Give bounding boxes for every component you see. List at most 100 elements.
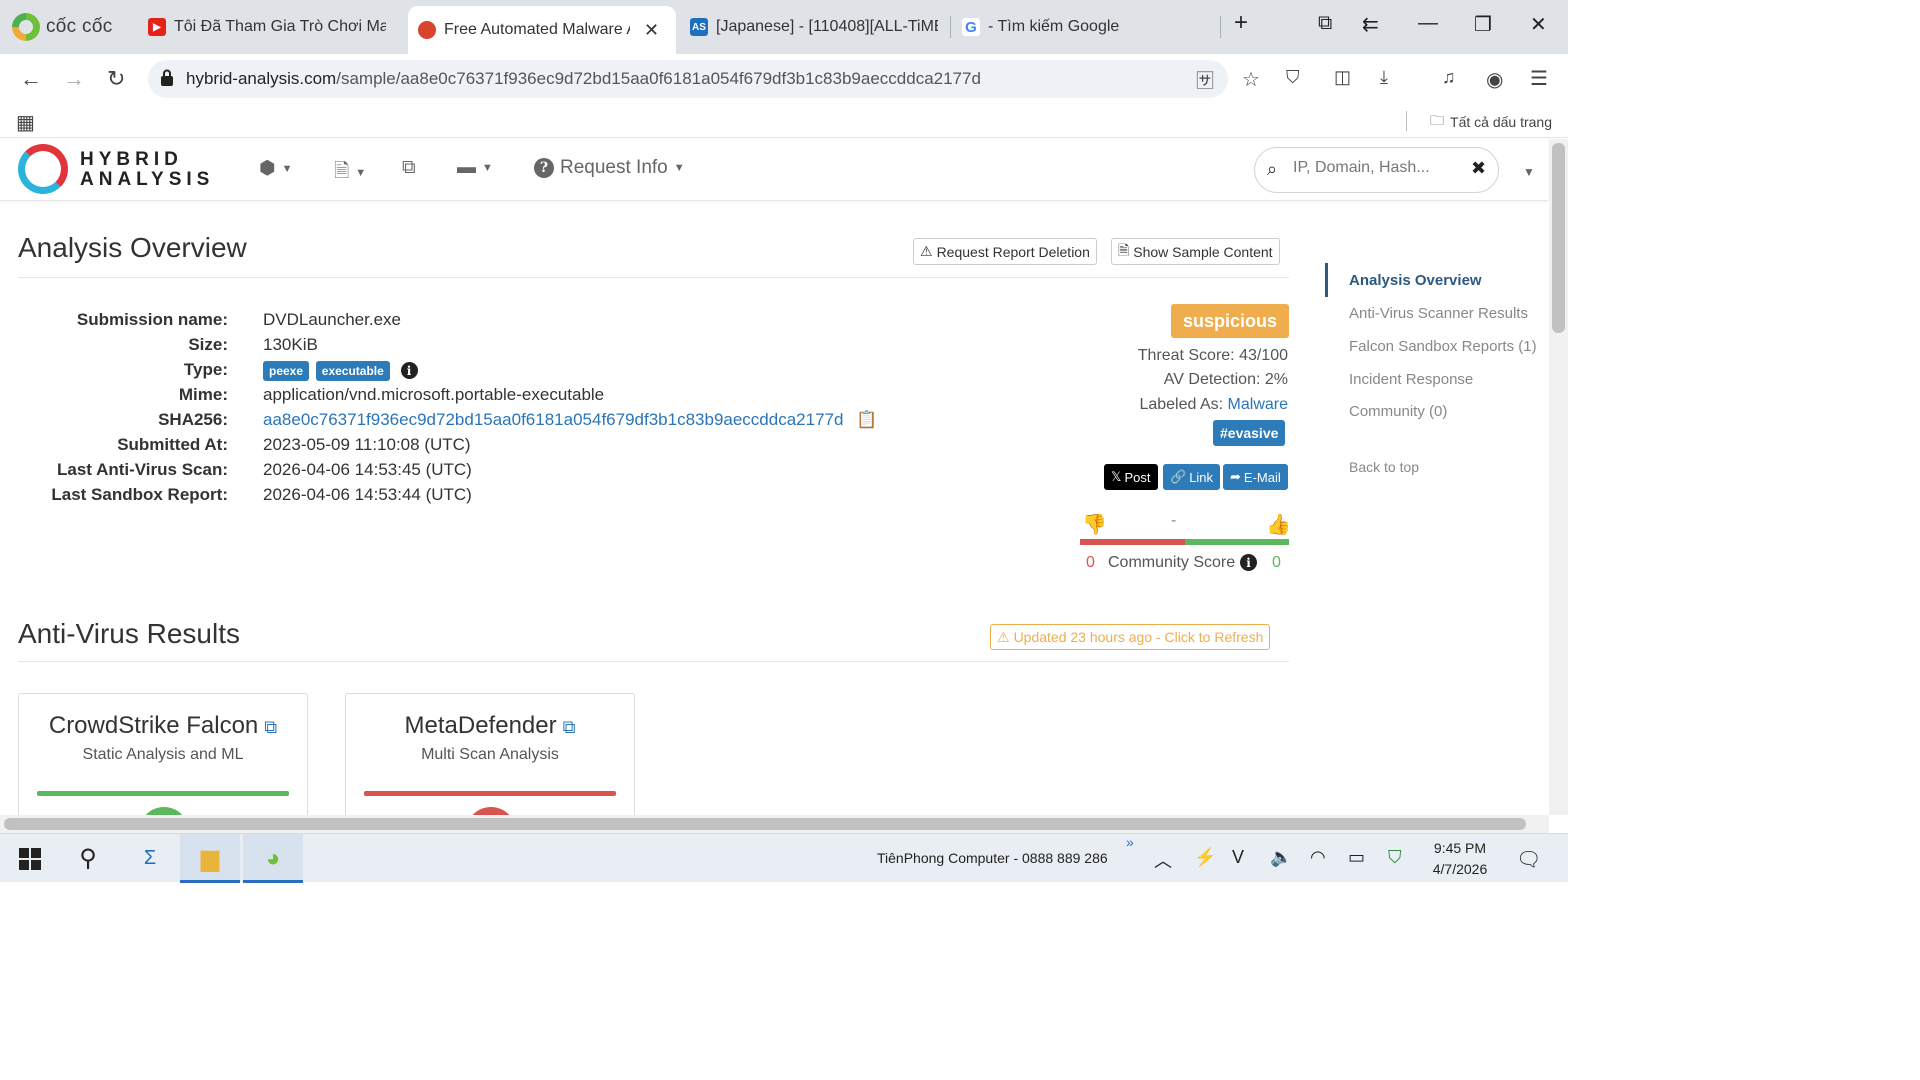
chevron-down-icon: ▼ <box>355 167 367 179</box>
av-card-title-text[interactable]: CrowdStrike Falcon <box>49 712 258 739</box>
back-list-icon[interactable]: ⇇ <box>1362 12 1379 37</box>
horizontal-scrollbar[interactable] <box>0 815 1549 833</box>
profile-icon[interactable]: ◉ <box>1486 67 1503 92</box>
search-input[interactable] <box>1293 159 1463 177</box>
sigma-app-icon: Σ <box>143 847 157 869</box>
vertical-scrollbar[interactable] <box>1549 139 1568 815</box>
apps-grid-icon[interactable]: ▦ <box>16 110 35 135</box>
sha256-link[interactable]: aa8e0c76371f936ec9d72bd15aa0f6181a054f67… <box>263 410 843 429</box>
show-sample-content-button[interactable]: 🗎 Show Sample Content <box>1111 238 1280 265</box>
all-bookmarks-button[interactable]: 🗀 Tất cả dấu trang <box>1430 110 1552 134</box>
taskbar-coccoc[interactable]: ◕ <box>243 834 303 883</box>
detail-value: 130KiB <box>263 335 318 354</box>
v-app-icon[interactable]: V <box>1232 847 1244 868</box>
close-tab-icon[interactable]: ✕ <box>644 20 659 41</box>
bookmarks-divider <box>1406 111 1407 131</box>
share-email-button[interactable]: ➦ E-Mail <box>1223 464 1288 490</box>
detail-key: SHA256: <box>158 410 228 429</box>
toc-falcon-sandbox[interactable]: Falcon Sandbox Reports (1) <box>1349 338 1537 355</box>
url-bar[interactable]: hybrid-analysis.com/sample/aa8e0c76371f9… <box>148 60 1228 98</box>
toc-incident-response[interactable]: Incident Response <box>1349 371 1473 388</box>
taskbar-app-editor[interactable]: Σ <box>120 834 180 883</box>
taskbar-file-explorer[interactable]: ▆ <box>180 834 240 883</box>
media-icon[interactable]: ♫ <box>1442 67 1456 88</box>
hybrid-analysis-logo-icon[interactable] <box>18 144 68 194</box>
menu-icon[interactable]: ☰ <box>1530 66 1548 91</box>
minimize-icon[interactable]: — <box>1418 12 1438 35</box>
share-post-button[interactable]: 𝕏 Post <box>1104 464 1158 490</box>
type-tag[interactable]: peexe <box>263 360 310 381</box>
overflow-chevrons-icon[interactable]: » <box>1126 834 1134 850</box>
thumbs-up-icon[interactable]: 👍 <box>1266 512 1291 537</box>
labeled-as-link[interactable]: Malware <box>1228 396 1288 413</box>
new-tab-icon[interactable]: + <box>1234 9 1248 37</box>
lightning-icon[interactable]: ⚡ <box>1194 847 1216 868</box>
toc-back-to-top[interactable]: Back to top <box>1349 459 1419 475</box>
toc-community[interactable]: Community (0) <box>1349 403 1447 420</box>
wifi-icon[interactable]: ◠ <box>1310 847 1326 868</box>
url-text: hybrid-analysis.com/sample/aa8e0c76371f9… <box>186 69 981 89</box>
taskbar-clock[interactable]: 9:45 PM 4/7/2026 <box>1418 838 1502 880</box>
url-host: hybrid-analysis.com <box>186 69 337 88</box>
volume-icon[interactable]: 🔈 <box>1270 847 1292 868</box>
tab-search-icon[interactable]: ⧉ <box>1318 12 1332 35</box>
restore-icon[interactable]: ❐ <box>1474 12 1492 37</box>
search-icon[interactable]: ⌕ <box>1267 159 1277 180</box>
av-card-title-text[interactable]: MetaDefender <box>405 712 557 739</box>
folder-icon: 🗀 <box>1430 112 1445 128</box>
tab-hybrid-analysis[interactable]: Free Automated Malware Analysis ✕ <box>408 6 676 54</box>
info-icon[interactable]: i <box>400 362 418 380</box>
chevron-up-icon[interactable]: ︿ <box>1154 847 1172 873</box>
detail-value: 2026-04-06 14:53:45 (UTC) <box>263 460 472 479</box>
evasive-tag[interactable]: #evasive <box>1213 420 1286 446</box>
windows-logo-icon <box>19 847 41 870</box>
tab-japanese[interactable]: AS [Japanese] - [110408][ALL-TiME] <box>680 8 948 46</box>
external-link-icon[interactable]: ⧉ <box>264 717 277 737</box>
community-score-bar <box>1080 539 1289 545</box>
split-view-icon[interactable]: ◫ <box>1334 67 1351 88</box>
antivirus-divider <box>18 661 1289 662</box>
tab-google[interactable]: G - Tìm kiếm Google <box>952 8 1212 46</box>
notifications-icon[interactable]: 🗨 <box>1516 847 1541 872</box>
download-icon[interactable]: ⤓ <box>1380 67 1388 88</box>
back-arrow-icon[interactable]: ← <box>20 66 42 92</box>
nav-submit-menu[interactable]: 🗎 ▼ <box>334 157 366 189</box>
info-icon[interactable]: i <box>1240 554 1257 571</box>
file-upload-icon: 🗎 <box>334 161 350 182</box>
nav-collections-menu[interactable]: ▬ ▼ <box>457 157 493 179</box>
share-link-button[interactable]: 🔗 Link <box>1163 464 1221 490</box>
toc-analysis-overview[interactable]: Analysis Overview <box>1349 272 1482 289</box>
detail-row-submitted: Submitted At: 2023-05-09 11:10:08 (UTC) <box>18 435 918 459</box>
bookmark-star-icon[interactable]: ☆ <box>1242 67 1260 92</box>
toc-antivirus-results[interactable]: Anti-Virus Scanner Results <box>1349 305 1528 322</box>
horizontal-scroll-thumb[interactable] <box>4 818 1526 830</box>
av-card-subtitle: Multi Scan Analysis <box>421 746 559 763</box>
request-report-deletion-button[interactable]: ⚠ Request Report Deletion <box>913 238 1097 265</box>
clear-search-icon[interactable]: ✖ <box>1471 158 1486 179</box>
nav-sandbox-menu[interactable]: ⬢ ▼ <box>259 157 292 180</box>
nav-request-info-menu[interactable]: ? Request Info ▼ <box>530 157 685 179</box>
forward-arrow-icon[interactable]: → <box>63 66 85 92</box>
reload-icon[interactable]: ↻ <box>107 66 125 92</box>
external-link-icon[interactable]: ⧉ <box>563 717 576 737</box>
av-card-metadefender: MetaDefender ⧉ Multi Scan Analysis <box>345 693 635 823</box>
nav-reports-button[interactable]: ⧉ <box>402 157 416 179</box>
type-tag[interactable]: executable <box>315 360 390 381</box>
shield-icon[interactable]: ⛉ <box>1388 847 1402 868</box>
clipboard-icon[interactable]: 📋 <box>856 410 877 429</box>
coccoc-logo-icon: ◕ <box>265 844 281 872</box>
thumbs-down-icon[interactable]: 👎 <box>1082 512 1107 537</box>
browser-brand[interactable]: cốc cốc <box>12 10 113 44</box>
battery-icon[interactable]: ▭ <box>1348 847 1365 868</box>
refresh-av-button[interactable]: ⚠ Updated 23 hours ago - Click to Refres… <box>990 624 1271 650</box>
tab-youtube[interactable]: ▶ Tôi Đã Tham Gia Trò Chơi Ma Sói <box>138 8 396 46</box>
close-window-icon[interactable]: ✕ <box>1530 12 1547 37</box>
start-button[interactable] <box>0 834 60 883</box>
translate-icon[interactable]: 🈂 <box>1196 67 1214 93</box>
chevron-down-icon[interactable]: ▼ <box>1523 165 1535 179</box>
vertical-scroll-thumb[interactable] <box>1552 143 1565 333</box>
shield-icon[interactable]: ⛉ <box>1286 67 1300 88</box>
taskbar-search-button[interactable]: ⚲ <box>58 834 118 883</box>
detail-key: Last Anti-Virus Scan: <box>57 460 228 479</box>
site-logo-text[interactable]: HYBRID ANALYSIS <box>80 150 214 190</box>
